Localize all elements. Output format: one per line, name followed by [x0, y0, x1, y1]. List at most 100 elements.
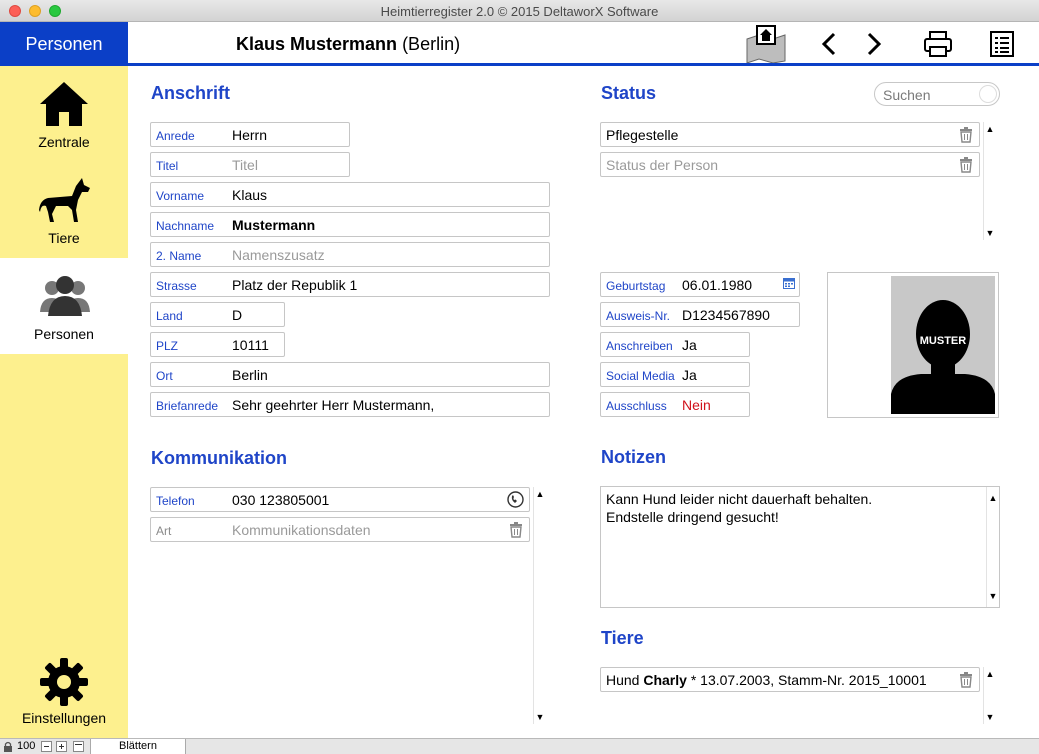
kommunikation-new-field[interactable]: Art Kommunikationsdaten — [150, 517, 530, 542]
trash-icon[interactable] — [959, 157, 973, 173]
telefon-field[interactable]: Telefon 030 123805001 — [150, 487, 530, 512]
nachname-field[interactable]: Nachname Mustermann — [150, 212, 550, 237]
people-icon — [40, 276, 90, 316]
scroll-down-icon[interactable]: ▼ — [534, 712, 546, 722]
tier-entry[interactable]: Hund Charly * 13.07.2003, Stamm-Nr. 2015… — [600, 667, 980, 692]
phone-dial-icon[interactable] — [507, 491, 524, 508]
sidebar-item-tiere[interactable]: Tiere — [0, 162, 128, 258]
kommunikation-scrollbar[interactable]: ▲ ▼ — [533, 487, 546, 724]
app-window: Heimtierregister 2.0 © 2015 DeltaworX So… — [0, 0, 1039, 754]
status-scrollbar[interactable]: ▲ ▼ — [983, 122, 996, 240]
scroll-up-icon[interactable]: ▲ — [984, 124, 996, 134]
section-kommunikation-heading: Kommunikation — [151, 448, 288, 468]
telefon-value: 030 123805001 — [232, 492, 330, 508]
briefanrede-value: Sehr geehrter Herr Mustermann, — [232, 397, 435, 413]
vorname-label: Vorname — [156, 189, 205, 203]
ausweis-label: Ausweis-Nr. — [606, 309, 671, 323]
scroll-up-icon[interactable]: ▲ — [534, 489, 546, 499]
nachname-value: Mustermann — [232, 217, 316, 233]
photo-overlay-text: MUSTER — [920, 335, 967, 347]
ausschluss-label: Ausschluss — [606, 399, 667, 413]
previous-record-icon[interactable] — [820, 32, 838, 56]
land-field[interactable]: Land D — [150, 302, 285, 327]
map-home-icon[interactable] — [745, 25, 787, 63]
scroll-down-icon[interactable]: ▼ — [984, 712, 996, 722]
toolbar-toggle-icon[interactable] — [73, 741, 84, 752]
plz-field[interactable]: PLZ 10111 — [150, 332, 285, 357]
sidebar-item-label: Einstellungen — [21, 710, 107, 726]
next-record-icon[interactable] — [865, 32, 883, 56]
search-cancel-icon[interactable] — [979, 85, 997, 103]
trash-icon[interactable] — [959, 672, 973, 688]
ausschluss-value: Nein — [682, 397, 711, 413]
status-item[interactable]: Pflegestelle — [600, 122, 980, 147]
anrede-value: Herrn — [232, 127, 268, 143]
tier-name: Charly — [643, 672, 687, 688]
ausweis-field[interactable]: Ausweis-Nr. D1234567890 — [600, 302, 800, 327]
person-photo-frame[interactable]: MUSTER — [827, 272, 999, 418]
section-tiere-heading: Tiere — [601, 628, 644, 648]
zweitname-label: 2. Name — [156, 249, 202, 263]
status-new-item[interactable]: Status der Person — [600, 152, 980, 177]
vorname-field[interactable]: Vorname Klaus — [150, 182, 550, 207]
ort-label: Ort — [156, 369, 173, 383]
scroll-down-icon[interactable]: ▼ — [984, 228, 996, 238]
record-name: Klaus Mustermann — [236, 34, 398, 54]
list-view-icon[interactable] — [989, 30, 1015, 58]
record-toolbar: Klaus Mustermann (Berlin) — [128, 22, 1039, 66]
scroll-up-icon[interactable]: ▲ — [987, 489, 999, 507]
zoom-out-icon[interactable] — [41, 741, 52, 752]
anschreiben-field[interactable]: Anschreiben Ja — [600, 332, 750, 357]
geburtstag-field[interactable]: Geburtstag 06.01.1980 — [600, 272, 800, 297]
art-label: Art — [156, 524, 172, 538]
titel-label: Titel — [156, 159, 179, 173]
sidebar-item-personen[interactable]: Personen — [0, 258, 128, 354]
sidebar: Personen Zentrale Tiere Personen Einstel… — [0, 22, 128, 738]
titel-field[interactable]: Titel Titel — [150, 152, 350, 177]
status-placeholder: Status der Person — [606, 157, 719, 173]
sidebar-header: Personen — [0, 22, 128, 66]
geburtstag-label: Geburtstag — [606, 279, 666, 293]
tiere-scrollbar[interactable]: ▲ ▼ — [983, 667, 996, 724]
zoom-in-icon[interactable] — [56, 741, 67, 752]
trash-icon[interactable] — [959, 127, 973, 143]
notes-textarea[interactable]: Kann Hund leider nicht dauerhaft behalte… — [600, 486, 1000, 608]
mode-selector[interactable]: Blättern — [90, 739, 186, 754]
search-input[interactable]: Suchen — [874, 82, 1000, 106]
title-bar: Heimtierregister 2.0 © 2015 DeltaworX So… — [0, 0, 1039, 22]
ausschluss-field[interactable]: Ausschluss Nein — [600, 392, 750, 417]
briefanrede-field[interactable]: Briefanrede Sehr geehrter Herr Musterman… — [150, 392, 550, 417]
strasse-label: Strasse — [156, 279, 197, 293]
lock-icon[interactable] — [3, 741, 13, 753]
ort-field[interactable]: Ort Berlin — [150, 362, 550, 387]
social-media-field[interactable]: Social Media Ja — [600, 362, 750, 387]
notes-scrollbar[interactable]: ▲ ▼ — [986, 487, 999, 607]
land-label: Land — [156, 309, 183, 323]
nachname-label: Nachname — [156, 219, 215, 233]
print-icon[interactable] — [923, 30, 953, 58]
plz-value: 10111 — [232, 337, 269, 353]
ort-value: Berlin — [232, 367, 268, 383]
calendar-icon[interactable] — [783, 277, 795, 289]
zweitname-field[interactable]: 2. Name Namenszusatz — [150, 242, 550, 267]
status-bar: 100 Blättern — [0, 738, 1039, 754]
search-placeholder: Suchen — [883, 87, 931, 103]
person-photo: MUSTER — [891, 276, 995, 414]
gear-icon — [40, 658, 88, 706]
person-form: Anschrift Anrede Herrn Titel Titel Vorna… — [128, 67, 1024, 738]
anrede-field[interactable]: Anrede Herrn — [150, 122, 350, 147]
house-icon — [40, 82, 88, 126]
sidebar-item-einstellungen[interactable]: Einstellungen — [0, 642, 128, 738]
art-placeholder: Kommunikationsdaten — [232, 522, 371, 538]
trash-icon[interactable] — [509, 522, 523, 538]
scroll-down-icon[interactable]: ▼ — [987, 587, 999, 605]
anschreiben-label: Anschreiben — [606, 339, 673, 353]
tier-details: * 13.07.2003, Stamm-Nr. 2015_10001 — [686, 672, 927, 688]
sidebar-item-zentrale[interactable]: Zentrale — [0, 66, 128, 162]
scroll-up-icon[interactable]: ▲ — [984, 669, 996, 679]
tier-species: Hund — [606, 672, 644, 688]
sidebar-item-label: Tiere — [48, 230, 80, 246]
vorname-value: Klaus — [232, 187, 268, 203]
strasse-field[interactable]: Strasse Platz der Republik 1 — [150, 272, 550, 297]
titel-placeholder: Titel — [232, 157, 258, 173]
